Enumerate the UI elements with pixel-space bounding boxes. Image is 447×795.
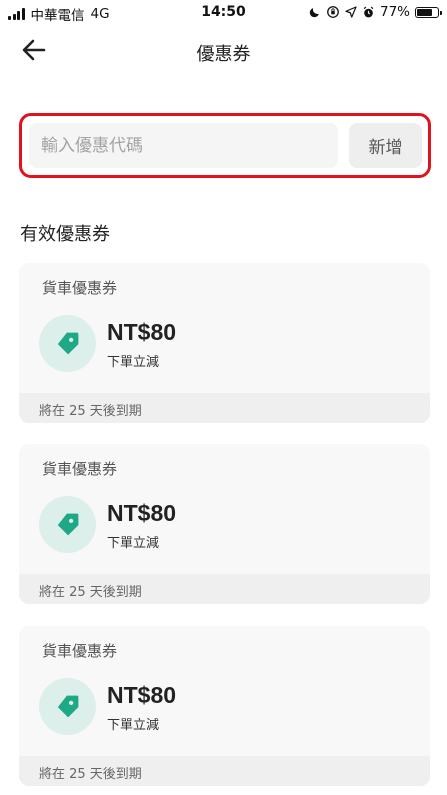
coupon-description: 下單立減 bbox=[107, 536, 160, 551]
promo-code-form: 新增 bbox=[19, 113, 431, 178]
coupon-card[interactable]: 貨車優惠券 NT$80 下單立減 將在 25 天後到期 bbox=[19, 444, 430, 604]
coupon-type: 貨車優惠券 bbox=[42, 279, 118, 297]
orientation-lock-icon bbox=[327, 6, 339, 18]
add-button[interactable]: 新增 bbox=[349, 123, 422, 168]
coupon-expiry: 將在 25 天後到期 bbox=[39, 585, 142, 600]
location-icon bbox=[345, 6, 357, 18]
coupon-expiry-bar: 將在 25 天後到期 bbox=[19, 393, 430, 423]
status-right: 77% bbox=[308, 4, 442, 20]
tag-icon bbox=[39, 315, 96, 372]
coupon-description: 下單立減 bbox=[107, 718, 160, 733]
coupon-description: 下單立減 bbox=[107, 355, 160, 370]
coupon-amount: NT$80 bbox=[107, 682, 177, 708]
coupon-type: 貨車優惠券 bbox=[42, 460, 118, 478]
status-bar: 中華電信 4G 14:50 77% bbox=[0, 0, 447, 26]
promo-code-input[interactable] bbox=[29, 123, 338, 168]
page-title: 優惠券 bbox=[196, 44, 251, 65]
coupon-amount: NT$80 bbox=[107, 500, 177, 526]
coupon-expiry-bar: 將在 25 天後到期 bbox=[19, 756, 430, 786]
moon-icon bbox=[309, 7, 319, 17]
battery-percent: 77% bbox=[379, 4, 410, 20]
coupon-expiry: 將在 25 天後到期 bbox=[39, 404, 142, 419]
battery-icon bbox=[415, 6, 442, 18]
section-title: 有效優惠券 bbox=[20, 224, 110, 245]
coupon-card[interactable]: 貨車優惠券 NT$80 下單立減 將在 25 天後到期 bbox=[19, 626, 430, 786]
coupon-card[interactable]: 貨車優惠券 NT$80 下單立減 將在 25 天後到期 bbox=[19, 263, 430, 423]
coupon-amount: NT$80 bbox=[107, 319, 177, 345]
coupon-type: 貨車優惠券 bbox=[42, 642, 118, 660]
coupon-expiry-bar: 將在 25 天後到期 bbox=[19, 574, 430, 604]
nav-bar: 優惠券 bbox=[0, 30, 447, 70]
tag-icon bbox=[39, 496, 96, 553]
alarm-icon bbox=[363, 6, 374, 17]
tag-icon bbox=[39, 678, 96, 735]
coupon-expiry: 將在 25 天後到期 bbox=[39, 767, 142, 782]
